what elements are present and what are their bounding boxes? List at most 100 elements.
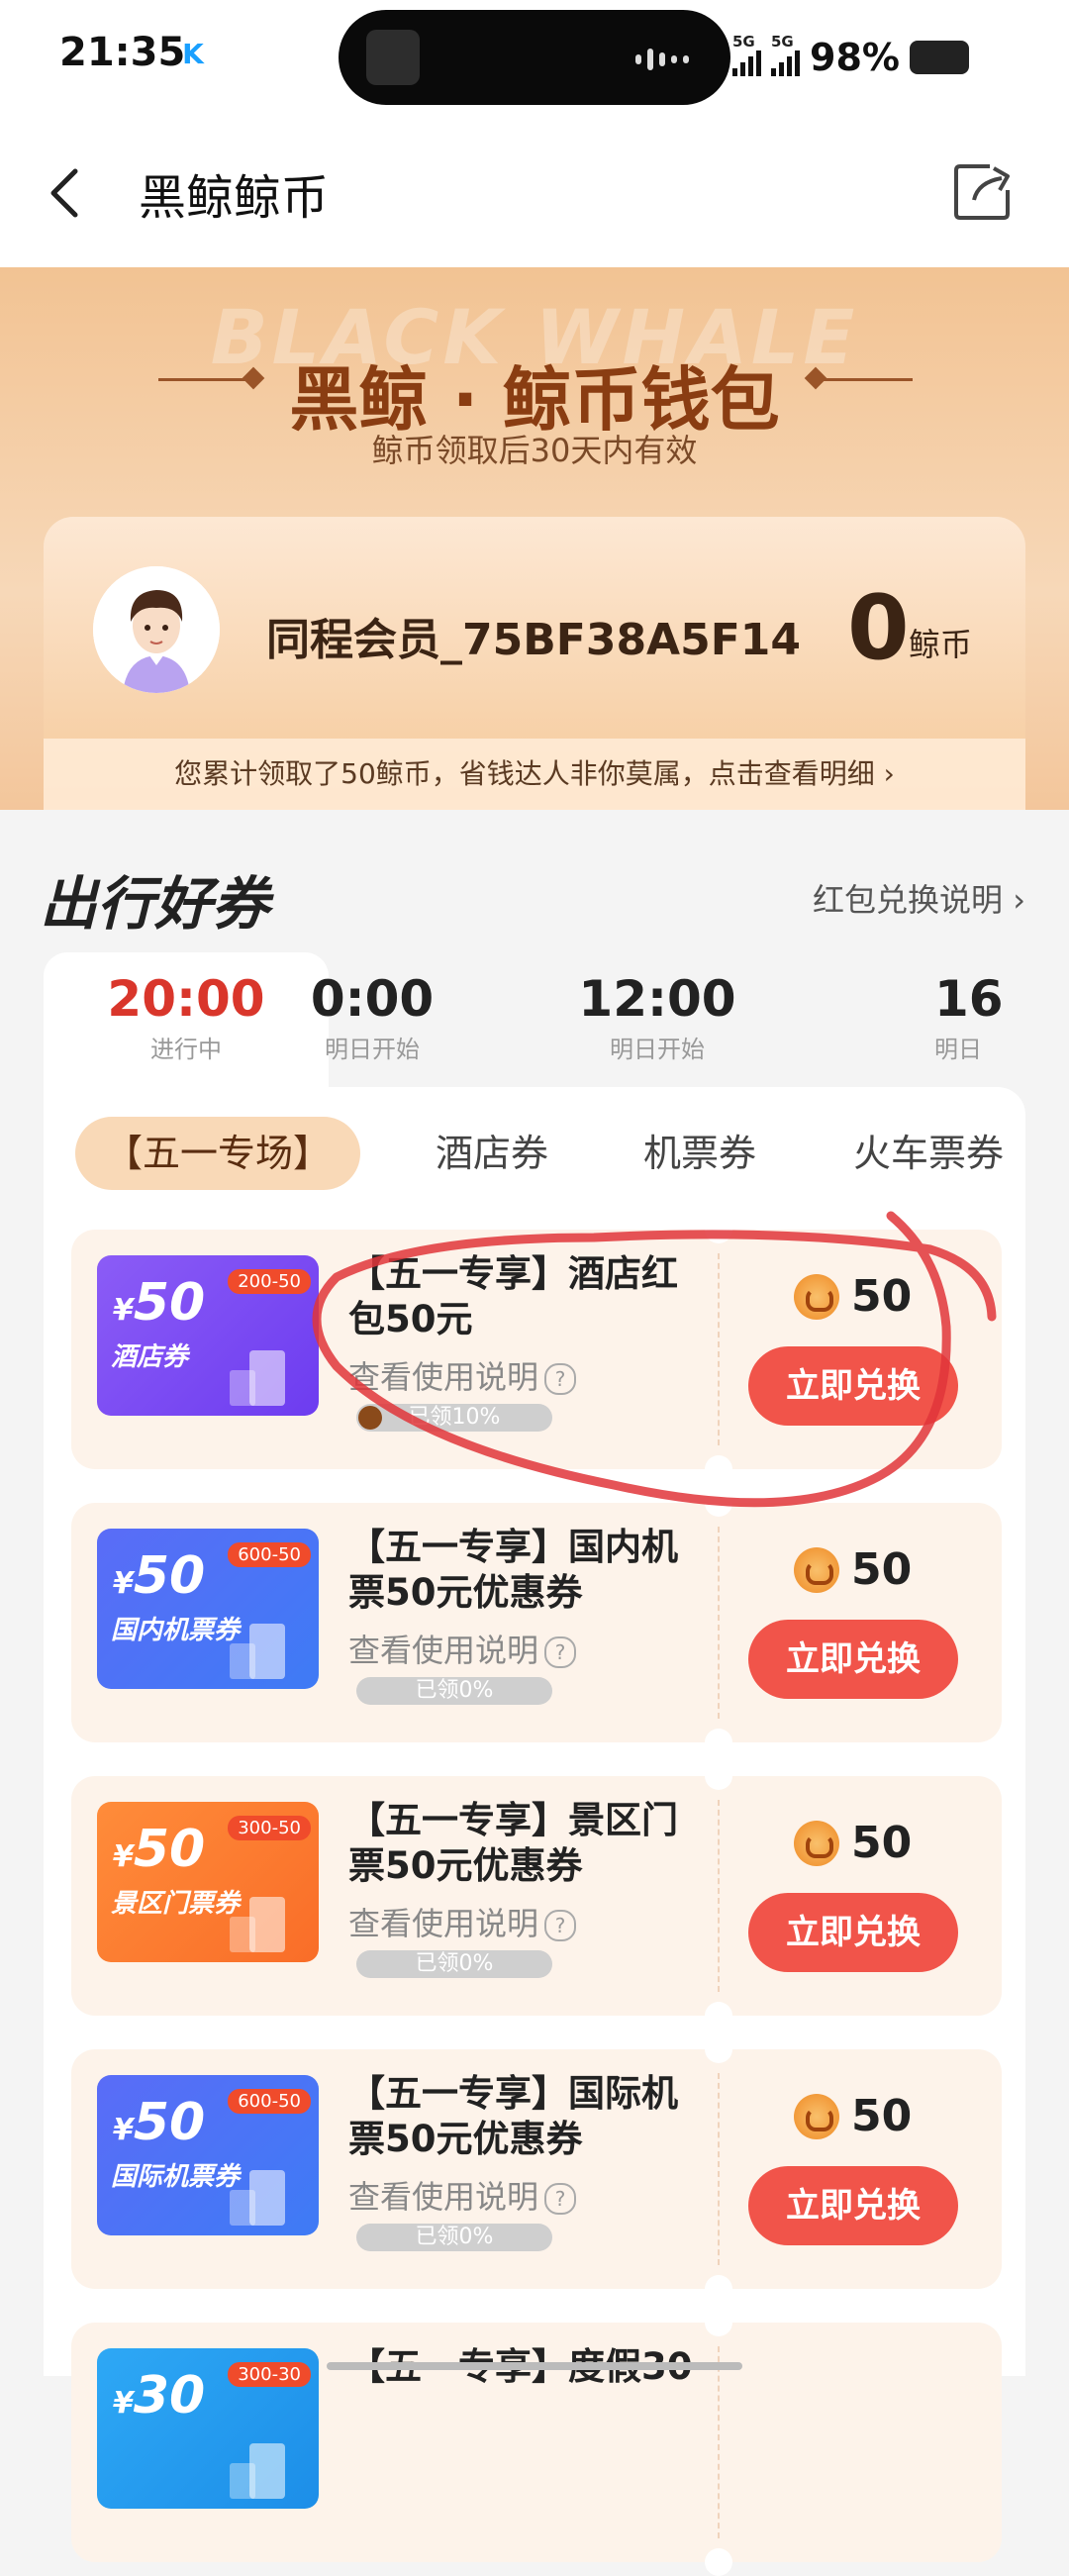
signal-icon: 5G [732,33,761,76]
coupon-notch [705,1729,732,1756]
coupon-threshold-badge: 300-30 [228,2362,311,2387]
back-arrow-icon[interactable] [44,163,91,223]
coupon-threshold-badge: 200-50 [228,1269,311,1294]
time-tab-16[interactable]: 16 明日 [934,952,1033,1087]
coupon-card[interactable]: ¥50 国内机票券 600-50 【五一专享】国内机票50元优惠券 查看使用说明… [71,1489,1002,1756]
battery-percent: 98% [810,36,900,79]
coupon-illustration-icon [230,1897,285,1952]
claim-progress: 已领10% [356,1404,552,1432]
share-icon[interactable] [952,160,1014,222]
help-icon: ? [544,1910,577,1941]
user-avatar-icon [93,566,220,693]
usage-instructions-link[interactable]: 查看使用说明? [348,1626,577,1671]
coupon-type-label: 酒店券 [111,1342,189,1372]
coupon-amount: ¥50 [113,1546,206,1606]
category-tabs: 【五一专场】 酒店券 机票券 火车票券 [44,1117,1025,1190]
coupon-divider [718,1253,720,1445]
redeem-rules-link[interactable]: 红包兑换说明 › [813,875,1025,921]
status-bar: 21:35 K 5G 5G 98% [0,0,1069,119]
coupon-card[interactable]: ¥50 酒店券 200-50 【五一专享】酒店红包50元 查看使用说明? 已领1… [71,1216,1002,1483]
status-indicators: 5G 5G 98% [732,28,969,87]
time-tab-status: 明日 [934,1036,982,1063]
claim-progress: 已领0% [356,1677,552,1705]
coupon-title: 【五一专享】景区门票50元优惠券 [348,1799,678,1887]
tab-flight-coupon[interactable]: 机票券 [643,1117,756,1190]
coupon-image: ¥50 景区门票券 300-50 [97,1802,319,1962]
coupon-notch [705,2548,732,2576]
time-tab-0000[interactable]: 0:00 明日开始 [230,952,515,1087]
whale-coin-icon [794,2093,839,2139]
help-icon: ? [544,1363,577,1395]
nav-bar: 黑鲸鲸币 [0,119,1069,267]
coupon-illustration-icon [230,1624,285,1679]
tab-mayday-special[interactable]: 【五一专场】 [75,1117,361,1190]
redeem-button[interactable]: 立即兑换 [748,1620,958,1699]
coupon-card[interactable]: ¥50 国际机票券 600-50 【五一专享】国际机票50元优惠券 查看使用说明… [71,2035,1002,2303]
home-indicator[interactable] [327,2362,742,2370]
page-title: 黑鲸鲸币 [139,170,330,226]
avatar[interactable] [93,566,220,693]
status-time: 21:35 [59,30,186,75]
time-tab-status: 明日开始 [325,1036,420,1063]
member-name: 同程会员_75BF38A5F14 [266,615,802,665]
time-slot-tabs: 20:00 进行中 0:00 明日开始 12:00 明日开始 16 明日 [44,952,1033,1087]
coupon-title: 【五一专享】国内机票50元优惠券 [348,1526,678,1614]
coupon-price: 50 [794,1818,912,1868]
progress-fill [358,1406,382,1430]
coupon-image: ¥50 国际机票券 600-50 [97,2075,319,2235]
coupon-illustration-icon [230,2443,285,2499]
time-tab-time: 12:00 [578,970,736,1028]
signal-icon-2: 5G [771,33,800,76]
help-icon: ? [544,1636,577,1668]
usage-instructions-link[interactable]: 查看使用说明? [348,1352,577,1398]
coupon-title: 【五一专享】国际机票50元优惠券 [348,2072,678,2160]
coupon-price: 50 [794,1544,912,1595]
coupon-image: ¥50 酒店券 200-50 [97,1255,319,1416]
coupon-illustration-icon [230,1350,285,1406]
time-tab-status: 明日开始 [610,1036,705,1063]
coupon-card[interactable]: ¥50 景区门票券 300-50 【五一专享】景区门票50元优惠券 查看使用说明… [71,1762,1002,2030]
app-notification-icon: K [182,38,204,70]
coupon-notch [705,1455,732,1483]
coupon-amount: ¥50 [113,1273,206,1333]
media-thumbnail-icon [366,30,420,85]
coupon-notch [705,1762,732,1790]
section-title: 出行好券 [40,870,270,938]
coupon-image: ¥30 300-30 [97,2348,319,2509]
coupon-price: 50 [794,1271,912,1322]
coupon-amount: ¥50 [113,2093,206,2152]
coupon-threshold-badge: 300-50 [228,1816,311,1840]
tab-hotel-coupon[interactable]: 酒店券 [436,1117,548,1190]
coupon-threshold-badge: 600-50 [228,1542,311,1567]
usage-instructions-link[interactable]: 查看使用说明? [348,1899,577,1944]
coin-history-link[interactable]: 您累计领取了50鲸币，省钱达人非你莫属，点击查看明细 › [44,739,1025,810]
help-icon: ? [544,2183,577,2215]
coupon-divider [718,1800,720,1992]
usage-instructions-link[interactable]: 查看使用说明? [348,2172,577,2218]
redeem-button[interactable]: 立即兑换 [748,1346,958,1426]
coupon-notch [705,1216,732,1243]
coupon-notch [705,2309,732,2336]
time-tab-time: 16 [934,970,1004,1028]
coupon-threshold-badge: 600-50 [228,2089,311,2114]
coupon-notch [705,2275,732,2303]
coupon-notch [705,2035,732,2063]
time-tab-time: 0:00 [310,970,435,1028]
whale-coin-icon [794,1546,839,1593]
time-tab-1200[interactable]: 12:00 明日开始 [515,952,800,1087]
redeem-button[interactable]: 立即兑换 [748,1893,958,1972]
coin-unit: 鲸币 [909,626,973,663]
coupon-divider [718,2073,720,2265]
coupon-image: ¥50 国内机票券 600-50 [97,1529,319,1689]
coin-balance: 0 [847,576,910,680]
hero-subtitle: 鲸币领取后30天内有效 [371,432,698,469]
member-card: 同程会员_75BF38A5F14 0 鲸币 您累计领取了50鲸币，省钱达人非你莫… [44,517,1025,810]
tab-train-coupon[interactable]: 火车票券 [853,1117,1004,1190]
coupon-divider [718,1527,720,1719]
coupon-card[interactable]: ¥30 300-30 【五一专享】度假30 [71,2309,1002,2576]
coupon-notch [705,2002,732,2030]
whale-coin-icon [794,1820,839,1866]
dynamic-island[interactable] [339,10,730,105]
coupon-title: 【五一专享】酒店红包50元 [348,1252,678,1340]
redeem-button[interactable]: 立即兑换 [748,2166,958,2245]
